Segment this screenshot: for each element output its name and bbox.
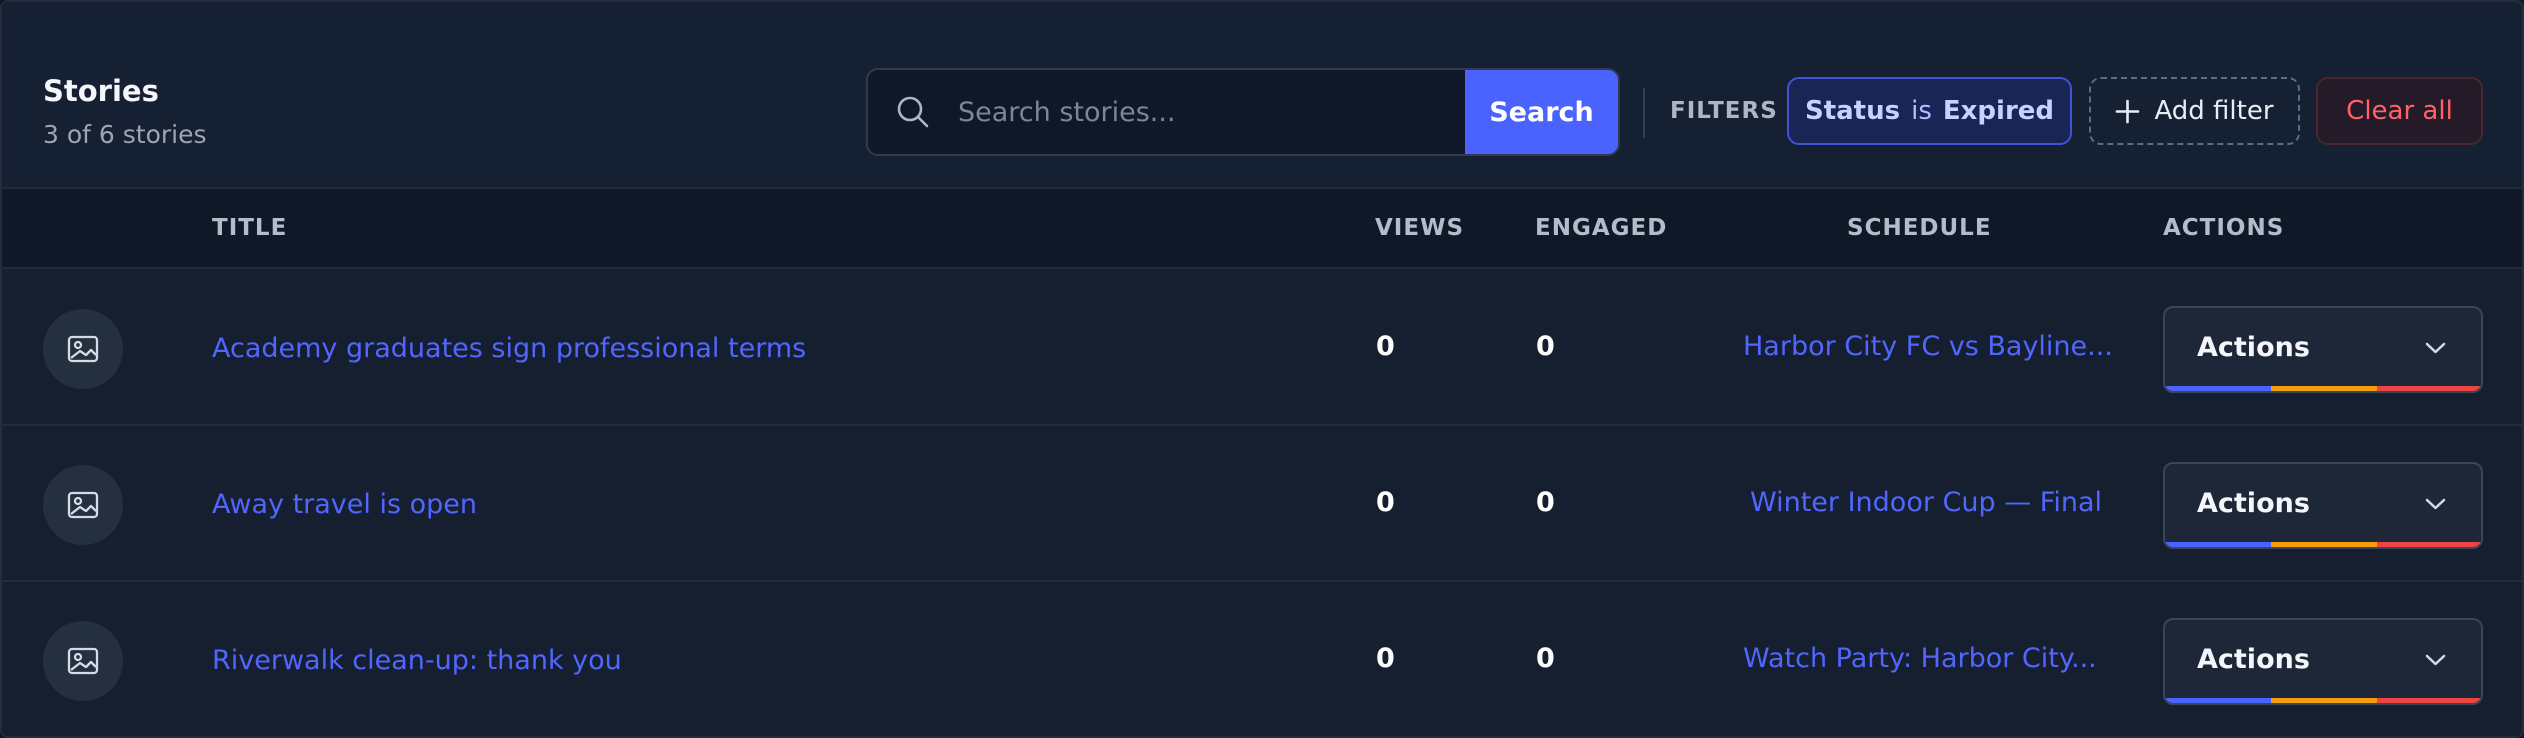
status-stripe-red: [2377, 386, 2481, 391]
stories-panel: Stories 3 of 6 stories Search FILTERS St…: [0, 0, 2524, 738]
status-stripe-red: [2377, 698, 2481, 703]
filter-field: Status: [1804, 96, 1901, 126]
engaged-value: 0: [1536, 643, 1555, 674]
views-value: 0: [1376, 331, 1395, 362]
actions-label: Actions: [2197, 644, 2310, 675]
views-value: 0: [1376, 487, 1395, 518]
image-icon: [67, 335, 99, 363]
filters-divider: [1643, 88, 1645, 138]
image-icon: [67, 491, 99, 519]
table-row: Away travel is open 0 0 Winter Indoor Cu…: [2, 426, 2522, 582]
filter-operator: is: [1911, 96, 1932, 126]
add-filter-label: Add filter: [2154, 96, 2274, 126]
views-value: 0: [1376, 643, 1395, 674]
engaged-value: 0: [1536, 487, 1555, 518]
schedule-link[interactable]: Winter Indoor Cup — Final: [1750, 487, 2102, 518]
schedule-link[interactable]: Watch Party: Harbor City...: [1743, 643, 2097, 674]
filter-value: Expired: [1942, 96, 2055, 126]
status-stripe-blue: [2165, 698, 2271, 703]
table-header: TITLE VIEWS ENGAGED SCHEDULE ACTIONS: [2, 189, 2522, 269]
search-icon: [897, 96, 929, 128]
stories-header: Stories 3 of 6 stories Search FILTERS St…: [2, 2, 2522, 189]
chevron-down-icon: [2425, 498, 2446, 510]
actions-dropdown[interactable]: Actions: [2163, 462, 2483, 549]
actions-dropdown[interactable]: Actions: [2163, 618, 2483, 705]
chevron-down-icon: [2425, 342, 2446, 354]
views-column-header[interactable]: VIEWS: [1375, 215, 1464, 241]
image-icon: [67, 647, 99, 675]
engaged-column-header[interactable]: ENGAGED: [1535, 215, 1667, 241]
plus-icon: [2116, 99, 2140, 123]
filters-label: FILTERS: [1670, 98, 1778, 124]
story-thumbnail: [43, 309, 123, 389]
schedule-link[interactable]: Harbor City FC vs Bayline...: [1743, 331, 2113, 362]
status-stripe-blue: [2165, 386, 2271, 391]
status-filter-chip[interactable]: Status is Expired: [1787, 77, 2072, 145]
status-stripe-orange: [2271, 386, 2377, 391]
clear-all-button[interactable]: Clear all: [2316, 77, 2483, 145]
status-stripe-blue: [2165, 542, 2271, 547]
story-title-link[interactable]: Academy graduates sign professional term…: [212, 333, 806, 364]
story-thumbnail: [43, 465, 123, 545]
add-filter-button[interactable]: Add filter: [2089, 77, 2300, 145]
schedule-column-header[interactable]: SCHEDULE: [1847, 215, 1992, 241]
search-button[interactable]: Search: [1465, 70, 1618, 154]
actions-label: Actions: [2197, 332, 2310, 363]
status-stripe-orange: [2271, 542, 2377, 547]
story-title-link[interactable]: Riverwalk clean-up: thank you: [212, 645, 622, 676]
story-thumbnail: [43, 621, 123, 701]
chevron-down-icon: [2425, 654, 2446, 666]
search-input[interactable]: [956, 70, 1456, 154]
table-row: Riverwalk clean-up: thank you 0 0 Watch …: [2, 582, 2522, 736]
actions-dropdown[interactable]: Actions: [2163, 306, 2483, 393]
status-stripe-orange: [2271, 698, 2377, 703]
story-title-link[interactable]: Away travel is open: [212, 489, 477, 520]
actions-label: Actions: [2197, 488, 2310, 519]
actions-column-header: ACTIONS: [2163, 215, 2285, 241]
engaged-value: 0: [1536, 331, 1555, 362]
status-stripe-red: [2377, 542, 2481, 547]
story-count: 3 of 6 stories: [43, 120, 207, 149]
search-box: Search: [866, 68, 1620, 156]
table-row: Academy graduates sign professional term…: [2, 270, 2522, 426]
title-column-header[interactable]: TITLE: [212, 215, 287, 241]
page-title: Stories: [43, 74, 159, 108]
